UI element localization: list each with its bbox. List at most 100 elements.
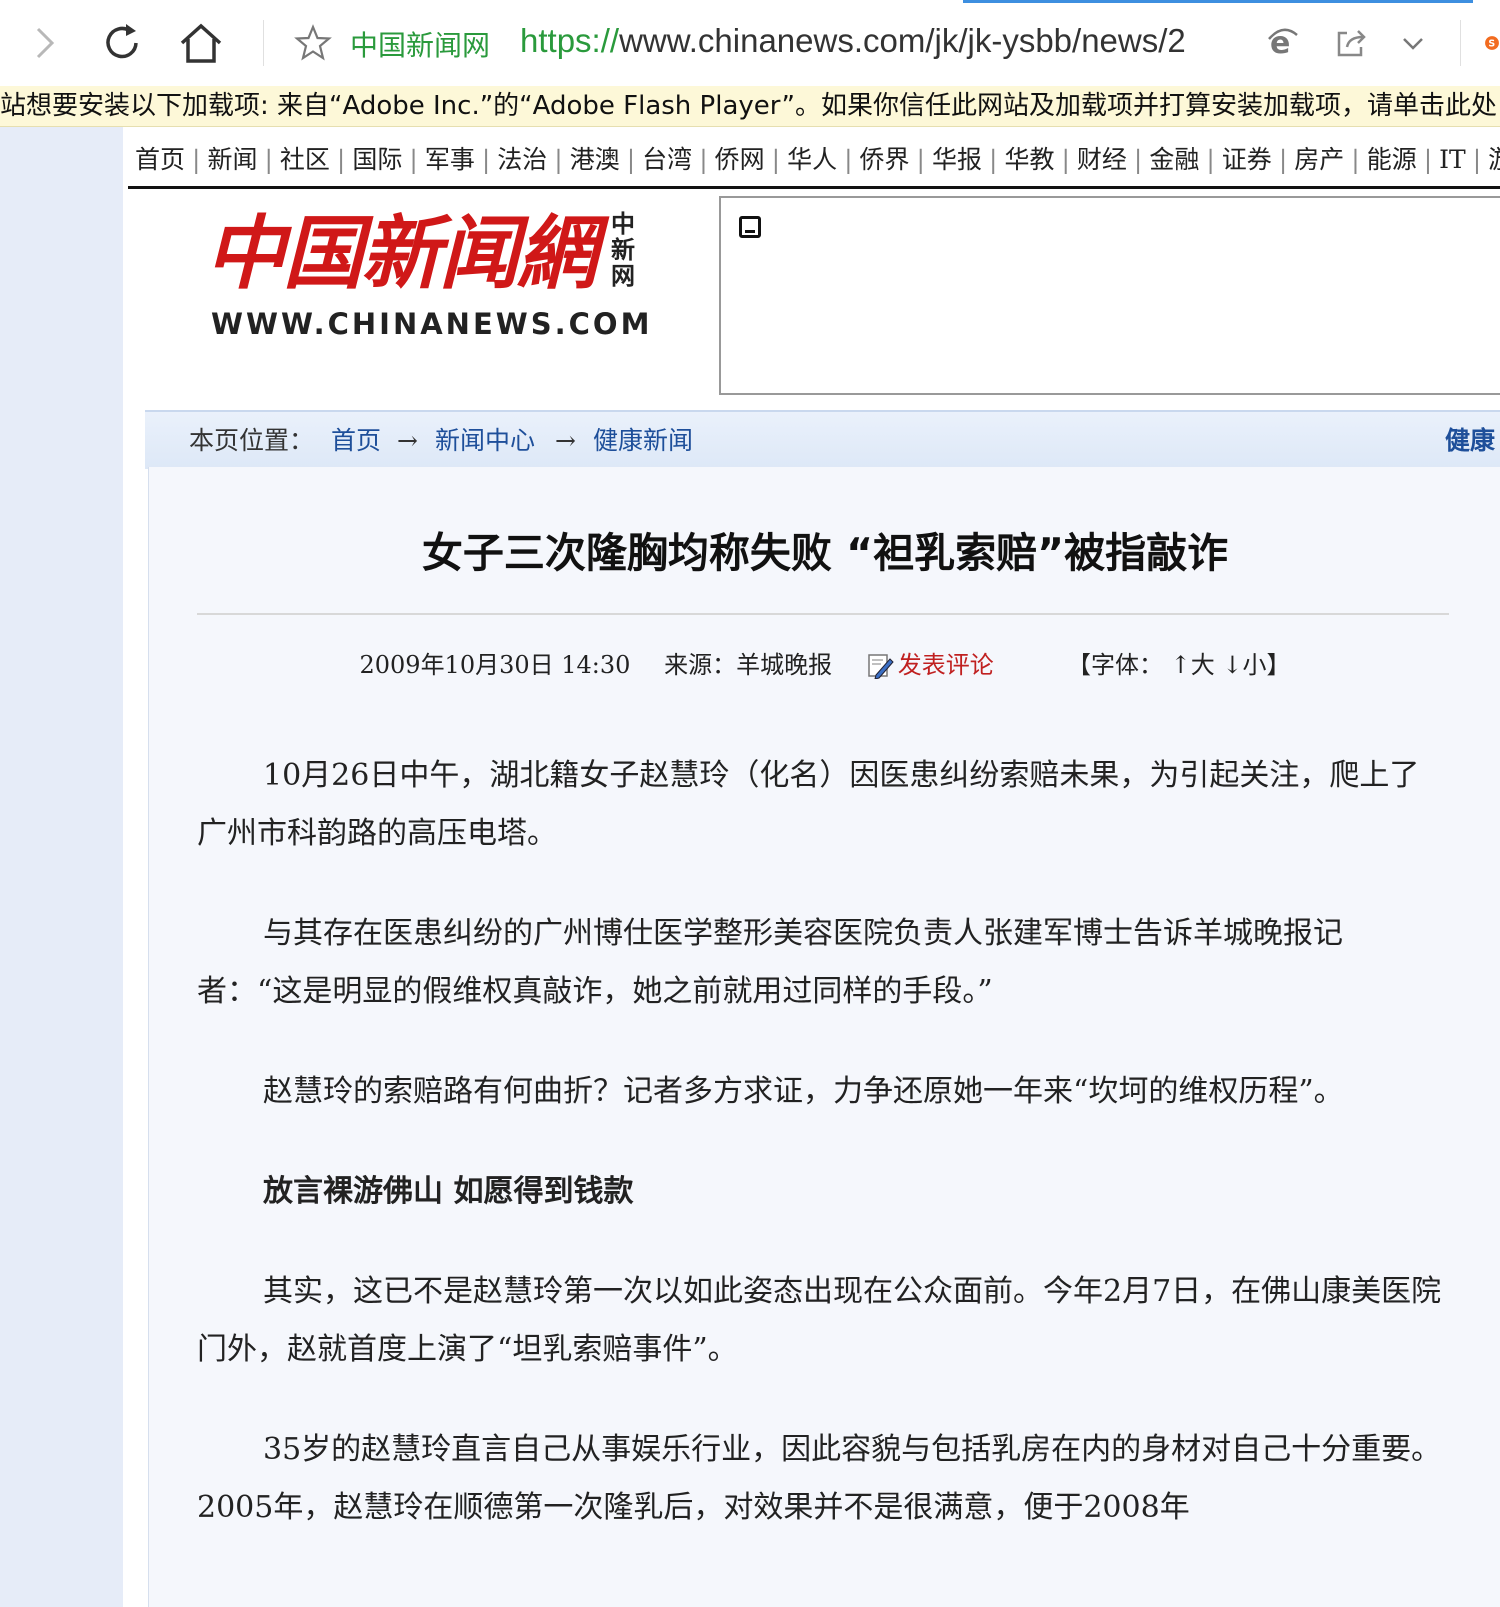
breadcrumb-news-center-link[interactable]: 新闻中心	[435, 412, 535, 469]
article-meta: 2009年10月30日 14:30 来源：羊城晚报 发表评论 【字体： ↑大 ↓…	[149, 645, 1500, 680]
nav-item[interactable]: IT	[1432, 145, 1473, 174]
health-section-link[interactable]: 健康	[1445, 412, 1495, 469]
nav-item[interactable]: 军事	[418, 140, 482, 176]
nav-separator: |	[1278, 145, 1288, 174]
article-subheading: 放言裸游佛山 如愿得到钱款	[263, 1174, 634, 1209]
logo-english-text: WWW.CHINANEWS.COM	[211, 307, 653, 341]
font-larger-button[interactable]: ↑大	[1171, 651, 1215, 679]
nav-separator: |	[1206, 145, 1215, 174]
article-container: 女子三次隆胸均称失败 “袒乳索赔”被指敲诈 2009年10月30日 14:30 …	[148, 467, 1500, 1607]
article-paragraph: 赵慧玲的索赔路有何曲折？记者多方求证，力争还原她一年来“坎坷的维权历程”。	[263, 1074, 1344, 1109]
nav-item[interactable]: 能源	[1360, 140, 1424, 176]
toolbar-divider	[1460, 20, 1461, 66]
share-icon	[1337, 30, 1366, 57]
nav-separator: |	[481, 145, 491, 174]
share-button[interactable]	[1326, 18, 1376, 68]
breadcrumb: 本页位置： 首页 → 新闻中心 → 健康新闻 健康	[145, 410, 1500, 469]
nav-separator: |	[554, 145, 563, 174]
nav-item[interactable]: 金融	[1142, 140, 1206, 176]
article-paragraph: 10月26日中午，湖北籍女子赵慧玲（化名）因医患纠纷索赔未果，为引起关注，爬上了…	[197, 758, 1420, 851]
broken-plugin-icon	[739, 216, 761, 238]
breadcrumb-health-news-link[interactable]: 健康新闻	[593, 412, 693, 469]
loading-progress-bar	[963, 0, 1473, 3]
favorite-button[interactable]	[288, 18, 338, 68]
title-divider	[197, 613, 1449, 615]
nav-item[interactable]: 华教	[997, 140, 1061, 176]
ad-banner-frame	[719, 196, 1500, 395]
breadcrumb-arrow-icon: →	[555, 426, 576, 455]
post-comment-link[interactable]: 发表评论	[898, 651, 994, 679]
home-button[interactable]	[176, 18, 226, 68]
browser-toolbar: 中国新闻网 https://www.chinanews.com/jk/jk-ys…	[0, 0, 1500, 87]
nav-separator: |	[1061, 145, 1070, 174]
article-source: 来源：羊城晚报	[664, 651, 833, 679]
forward-icon	[36, 27, 55, 59]
nav-separator: |	[699, 145, 708, 174]
star-icon	[294, 24, 332, 61]
nav-item[interactable]: 社区	[273, 140, 337, 176]
chevron-down-icon	[1403, 38, 1423, 50]
breadcrumb-home-link[interactable]: 首页	[331, 412, 381, 469]
logo-vertical-text: 中新网	[611, 210, 635, 290]
ie-mode-button[interactable]: e	[1258, 18, 1308, 68]
refresh-icon	[106, 24, 138, 59]
home-icon	[180, 23, 222, 63]
article-paragraph: 与其存在医患纠纷的广州博仕医学整形美容医院负责人张建军博士告诉羊城晚报记者：“这…	[197, 916, 1343, 1009]
nav-separator: |	[192, 145, 201, 174]
font-size-label: 【字体：	[1067, 651, 1163, 679]
article-paragraph: 其实，这已不是赵慧玲第一次以如此姿态出现在公众面前。今年2月7日，在佛山康美医院…	[197, 1274, 1442, 1367]
nav-separator: |	[409, 145, 418, 174]
forward-button[interactable]	[18, 18, 68, 68]
nav-divider	[128, 186, 1500, 189]
svg-text:S: S	[1488, 39, 1495, 50]
page-left-margin	[0, 127, 123, 1607]
nav-item[interactable]: 国际	[345, 140, 409, 176]
nav-separator: |	[1133, 145, 1143, 174]
toolbar-divider	[263, 20, 264, 66]
article-body: 10月26日中午，湖北籍女子赵慧玲（化名）因医患纠纷索赔未果，为引起关注，爬上了…	[197, 747, 1447, 1579]
nav-item[interactable]: 侨界	[853, 140, 917, 176]
breadcrumb-arrow-icon: →	[397, 426, 418, 455]
nav-item[interactable]: 港澳	[563, 140, 627, 176]
comment-pen-icon	[867, 654, 894, 679]
nav-item[interactable]: 房产	[1287, 140, 1351, 176]
nav-separator: |	[1423, 145, 1433, 174]
nav-separator: |	[336, 145, 346, 174]
sogou-icon: S	[1485, 36, 1499, 50]
addon-notification-text: 站想要安装以下加载项: 来自“Adobe Inc.”的“Adobe Flash …	[0, 91, 1498, 121]
nav-item[interactable]: 华人	[780, 140, 844, 176]
nav-separator: |	[264, 145, 273, 174]
nav-separator: |	[1472, 145, 1482, 174]
nav-item[interactable]: 游戏	[1481, 140, 1500, 176]
nav-item[interactable]: 台湾	[635, 140, 699, 176]
nav-separator: |	[771, 145, 781, 174]
site-logo[interactable]: 中国新闻網 中新网 WWW.CHINANEWS.COM	[205, 205, 649, 345]
article-title: 女子三次隆胸均称失败 “袒乳索赔”被指敲诈	[421, 529, 1229, 577]
nav-separator: |	[844, 145, 853, 174]
refresh-button[interactable]	[97, 18, 147, 68]
logo-chinese-text: 中国新闻網	[205, 206, 597, 300]
url-text: www.chinanews.com/jk/jk-ysbb/news/2	[619, 22, 1186, 59]
nav-item[interactable]: 新闻	[200, 140, 264, 176]
font-smaller-button[interactable]: ↓小】	[1222, 651, 1290, 679]
sogou-button[interactable]: S	[1470, 18, 1500, 68]
nav-separator: |	[1351, 145, 1360, 174]
addon-notification-bar[interactable]: 站想要安装以下加载项: 来自“Adobe Inc.”的“Adobe Flash …	[0, 86, 1500, 127]
breadcrumb-label: 本页位置：	[189, 426, 315, 455]
nav-item[interactable]: 证券	[1215, 140, 1279, 176]
address-bar[interactable]: https://www.chinanews.com/jk/jk-ysbb/new…	[520, 22, 1222, 60]
nav-item[interactable]: 侨网	[708, 140, 772, 176]
site-top-navigation: 首页 | 新闻 | 社区 | 国际 | 军事 | 法治 | 港澳 | 台湾 | 侨网 | 华人 | 侨界 | 华报 | 华教 | 财…	[128, 140, 1500, 178]
article-date: 2009年10月30日 14:30	[359, 651, 631, 679]
nav-item[interactable]: 首页	[128, 140, 192, 176]
nav-item[interactable]: 华报	[925, 140, 989, 176]
nav-separator: |	[916, 145, 925, 174]
nav-separator: |	[626, 145, 636, 174]
article-paragraph: 35岁的赵慧玲直言自己从事娱乐行业，因此容貌与包括乳房在内的身材对自己十分重要。…	[197, 1432, 1442, 1525]
nav-item[interactable]: 法治	[490, 140, 554, 176]
nav-separator: |	[989, 145, 998, 174]
nav-item[interactable]: 财经	[1070, 140, 1134, 176]
url-scheme: https://	[520, 22, 620, 59]
menu-dropdown-button[interactable]	[1388, 18, 1438, 68]
site-name-label: 中国新闻网	[350, 29, 491, 62]
